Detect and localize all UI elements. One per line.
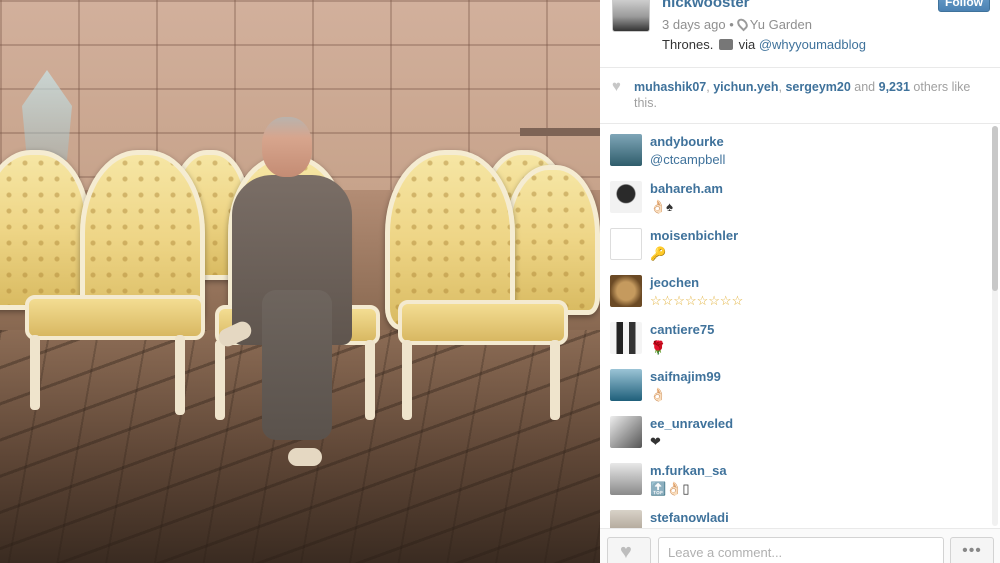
chair-leg [175, 335, 185, 415]
comment-text: 👌🏻 [650, 387, 667, 402]
heart-icon: ♥ [612, 78, 621, 95]
commenter-avatar[interactable] [610, 463, 642, 495]
comment-input[interactable] [658, 537, 944, 563]
post-username[interactable]: nickwooster [662, 0, 750, 11]
commenter-username[interactable]: stefanowladi [650, 510, 729, 525]
commenter-username[interactable]: saifnajim99 [650, 369, 721, 384]
commenter-avatar[interactable] [610, 275, 642, 307]
comment-item: m.furkan_sa 🔝👌🏻▯ [600, 453, 988, 500]
heart-icon: ♥ [620, 541, 632, 563]
caption-via: via [738, 37, 756, 52]
commenter-avatar[interactable] [610, 322, 642, 354]
chair-seat [398, 300, 568, 345]
like-button[interactable]: ♥ [607, 537, 651, 563]
throne-chair [0, 150, 90, 310]
comments-scrollbar[interactable] [992, 126, 998, 526]
chair-leg [550, 340, 560, 420]
comment-item: andybourke @ctcampbell [600, 124, 988, 171]
comment-text: ☆☆☆☆☆☆☆☆ [650, 293, 744, 308]
commenter-username[interactable]: cantiere75 [650, 322, 714, 337]
commenter-username[interactable]: jeochen [650, 275, 699, 290]
chair-leg [30, 335, 40, 410]
comment-item: ee_unraveled ❤ [600, 406, 988, 453]
likes-summary: ♥ muhashik07, yichun.yeh, sergeym20 and … [600, 68, 1000, 124]
post-header: nickwooster 3 days ago • Yu Garden Throne… [600, 0, 1000, 68]
commenter-username[interactable]: andybourke [650, 134, 724, 149]
comment-item: stefanowladi [600, 500, 988, 528]
comment-item: saifnajim99 👌🏻 [600, 359, 988, 406]
commenter-username[interactable]: bahareh.am [650, 181, 723, 196]
post-meta: 3 days ago • Yu Garden [662, 16, 812, 32]
chair-leg [402, 340, 412, 420]
commenter-username[interactable]: moisenbichler [650, 228, 738, 243]
camera-icon [718, 39, 733, 50]
post-photo[interactable] [0, 0, 600, 563]
avatar[interactable] [612, 0, 650, 32]
more-icon[interactable]: ••• [950, 537, 994, 563]
commenter-username[interactable]: m.furkan_sa [650, 463, 727, 478]
comment-text: 🌹 [650, 340, 667, 355]
commenter-avatar[interactable] [610, 181, 642, 213]
commenter-avatar[interactable] [610, 369, 642, 401]
likes-count[interactable]: 9,231 [879, 80, 910, 94]
scrollbar-thumb[interactable] [992, 126, 998, 291]
follow-button[interactable]: Follow [938, 0, 990, 12]
comment-text: 👌🏻♠ [650, 199, 674, 214]
side-table [520, 128, 600, 136]
comment-text[interactable]: @ctcampbell [650, 152, 725, 167]
shoe [288, 448, 322, 466]
comment-footer: ♥ ••• [600, 528, 1000, 563]
post-caption: Thrones. via @whyyoumadblog [662, 37, 866, 52]
liker-username[interactable]: yichun.yeh [713, 80, 778, 94]
comment-text: ❤ [650, 434, 661, 449]
liker-username[interactable]: muhashik07 [634, 80, 706, 94]
liker-username[interactable]: sergeym20 [785, 80, 850, 94]
comment-item: bahareh.am 👌🏻♠ [600, 171, 988, 218]
commenter-avatar[interactable] [610, 510, 642, 528]
caption-text: Thrones. [662, 37, 714, 52]
likes-text: muhashik07, yichun.yeh, sergeym20 and 9,… [634, 80, 971, 110]
commenter-avatar[interactable] [610, 134, 642, 166]
post-time[interactable]: 3 days ago [662, 17, 726, 32]
comment-text: 🔝👌🏻▯ [650, 481, 690, 496]
likes-and: and [854, 80, 876, 94]
seated-man-head [262, 117, 312, 177]
comment-item: cantiere75 🌹 [600, 312, 988, 359]
post-location[interactable]: Yu Garden [750, 17, 812, 32]
commenter-avatar[interactable] [610, 228, 642, 260]
chair-leg [365, 340, 375, 420]
post-side-panel: nickwooster 3 days ago • Yu Garden Throne… [600, 0, 1000, 563]
comment-text: 🔑 [650, 246, 667, 261]
commenter-username[interactable]: ee_unraveled [650, 416, 733, 431]
throne-chair [505, 165, 600, 315]
comment-item: jeochen ☆☆☆☆☆☆☆☆ [600, 265, 988, 312]
seated-man-legs [262, 290, 332, 440]
caption-mention[interactable]: @whyyoumadblog [759, 37, 866, 52]
commenter-avatar[interactable] [610, 416, 642, 448]
location-pin-icon [734, 16, 750, 32]
comment-item: moisenbichler 🔑 [600, 218, 988, 265]
chair-seat [25, 295, 205, 340]
chair-leg [215, 340, 225, 420]
comments-list: andybourke @ctcampbell bahareh.am 👌🏻♠ mo… [600, 124, 988, 528]
